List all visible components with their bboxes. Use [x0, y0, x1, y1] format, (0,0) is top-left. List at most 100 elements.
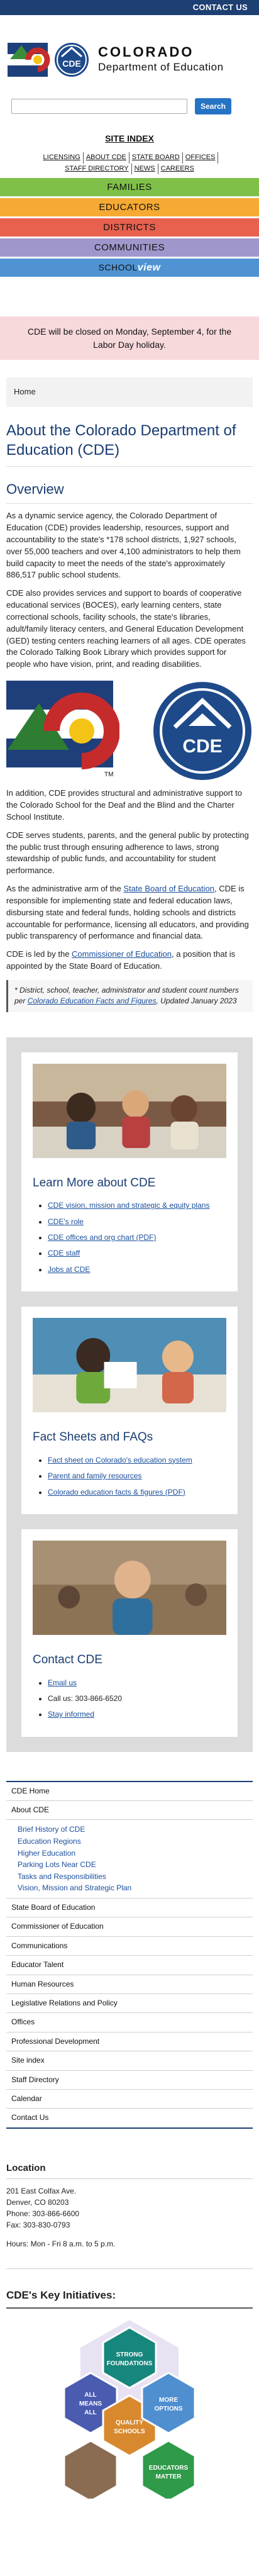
nav-educators[interactable]: EDUCATORS	[0, 198, 259, 219]
email-us-link[interactable]: Email us	[48, 1678, 77, 1687]
menu-item-human-resources[interactable]: Human Resources	[6, 1975, 253, 1994]
contact-title: Contact CDE	[33, 1653, 102, 1666]
learn-more-title: Learn More about CDE	[33, 1176, 156, 1190]
hex-more-line1: MORE	[159, 2397, 178, 2404]
menu-item-site-index[interactable]: Site index	[6, 2051, 253, 2071]
menu-link[interactable]: Commissioner of Education	[11, 1922, 104, 1931]
tm-mark: TM	[104, 771, 113, 778]
menu-link-cde-home[interactable]: CDE Home	[11, 1787, 50, 1795]
submenu-higher-ed[interactable]: Higher Education	[18, 1848, 248, 1860]
contact-us-link[interactable]: CONTACT US	[193, 2, 248, 14]
menu-item-educator-talent[interactable]: Educator Talent	[6, 1956, 253, 1975]
menu-item-staff-directory[interactable]: Staff Directory	[6, 2071, 253, 2090]
menu-link[interactable]: Offices	[11, 2017, 35, 2026]
vision-mission-link[interactable]: CDE vision, mission and strategic & equi…	[48, 1201, 209, 1210]
state-board-link[interactable]: State Board of Education	[123, 884, 214, 893]
students-photo-icon	[33, 1318, 226, 1413]
cde-role-link[interactable]: CDE's role	[48, 1217, 84, 1226]
util-link-careers[interactable]: CAREERS	[158, 164, 197, 175]
schoolview-school: SCHOOL	[98, 262, 138, 273]
fact-sheet-link[interactable]: Fact sheet on Colorado's education syste…	[48, 1456, 192, 1464]
call-us-text: Call us: 303-866-6520	[48, 1693, 123, 1703]
nav-communities[interactable]: COMMUNITIES	[0, 238, 259, 259]
facts-figures-link[interactable]: Colorado Education Facts and Figures	[28, 996, 157, 1005]
fact-sheets-title: Fact Sheets and FAQs	[33, 1430, 153, 1444]
site-index: SITE INDEX	[0, 132, 259, 145]
cde-logo-icon[interactable]: CDE	[8, 40, 94, 79]
menu-link[interactable]: Legislative Relations and Policy	[11, 1999, 118, 2007]
menu-item-about-cde[interactable]: About CDE	[6, 1801, 253, 1820]
menu-link[interactable]: Calendar	[11, 2094, 42, 2103]
menu-link[interactable]: Staff Directory	[11, 2075, 59, 2084]
parent-resources-link[interactable]: Parent and family resources	[48, 1471, 141, 1480]
util-link-offices[interactable]: OFFICES	[183, 152, 219, 164]
location-heading: Location	[6, 2161, 253, 2180]
list-item: Call us: 303-866-6520	[48, 1693, 226, 1704]
learn-more-card: Learn More about CDE CDE vision, mission…	[21, 1052, 238, 1292]
list-item: Email us	[48, 1678, 226, 1688]
utility-links: LICENSING ABOUT CDE STATE BOARD OFFICES …	[0, 151, 259, 175]
hex-more-line2: OPTIONS	[154, 2406, 182, 2412]
cde-staff-link[interactable]: CDE staff	[48, 1249, 80, 1257]
menu-item-cde-home[interactable]: CDE Home	[6, 1782, 253, 1802]
hex-strong-line2: FOUNDATIONS	[107, 2360, 153, 2367]
menu-item-commissioner[interactable]: Commissioner of Education	[6, 1917, 253, 1937]
menu-link[interactable]: Site index	[11, 2056, 45, 2065]
util-link-licensing[interactable]: LICENSING	[41, 152, 84, 164]
logo-dept: Department of Education	[98, 60, 224, 73]
submenu-vision[interactable]: Vision, Mission and Strategic Plan	[18, 1882, 248, 1894]
colorado-c-logo-icon: TM	[6, 681, 119, 778]
menu-item-professional-dev[interactable]: Professional Development	[6, 2032, 253, 2052]
submenu-tasks[interactable]: Tasks and Responsibilities	[18, 1871, 248, 1883]
nav-families[interactable]: FAMILIES	[0, 178, 259, 199]
util-link-about-cde[interactable]: ABOUT CDE	[84, 152, 130, 164]
initiatives-hex-graphic[interactable]: STRONG FOUNDATIONS ALL MEANS ALL QUALITY…	[35, 2316, 224, 2499]
hex-all-line3: ALL	[84, 2409, 96, 2416]
site-index-link[interactable]: SITE INDEX	[105, 133, 154, 143]
overview-paragraph-2: CDE also provides services and support t…	[6, 588, 246, 669]
schoolview-logo: SCHOOLview	[99, 260, 161, 275]
menu-item-legislative[interactable]: Legislative Relations and Policy	[6, 1994, 253, 2014]
facts-figures-pdf-link[interactable]: Colorado education facts & figures (PDF)	[48, 1488, 185, 1497]
menu-submenu-about: Brief History of CDE Education Regions H…	[6, 1820, 253, 1899]
submenu-history[interactable]: Brief History of CDE	[18, 1824, 248, 1836]
submenu-parking[interactable]: Parking Lots Near CDE	[18, 1859, 248, 1871]
nav-districts[interactable]: DISTRICTS	[0, 218, 259, 239]
note-text-post: , Updated January 2023	[156, 996, 237, 1006]
logo-wordmark: COLORADO Department of Education	[98, 45, 224, 74]
stay-informed-link[interactable]: Stay informed	[48, 1710, 94, 1719]
list-item: CDE vision, mission and strategic & equi…	[48, 1200, 226, 1211]
audience-nav: FAMILIES EDUCATORS DISTRICTS COMMUNITIES…	[0, 178, 259, 279]
util-link-news[interactable]: NEWS	[132, 163, 158, 175]
menu-item-offices[interactable]: Offices	[6, 2013, 253, 2032]
search-input[interactable]	[11, 99, 187, 114]
menu-link[interactable]: Contact Us	[11, 2113, 48, 2122]
phone-number: Phone: 303-866-6600	[6, 2209, 80, 2219]
badge-cde-text: CDE	[182, 736, 222, 757]
logo-badge-text: CDE	[62, 59, 81, 69]
menu-item-contact-us[interactable]: Contact Us	[6, 2109, 253, 2129]
menu-item-communications[interactable]: Communications	[6, 1937, 253, 1956]
learn-more-list: CDE vision, mission and strategic & equi…	[33, 1200, 226, 1275]
menu-link[interactable]: Communications	[11, 1941, 67, 1950]
nav-schoolview[interactable]: SCHOOLview	[0, 259, 259, 279]
submenu-regions[interactable]: Education Regions	[18, 1836, 248, 1848]
commissioner-link[interactable]: Commissioner of Education	[72, 949, 172, 959]
menu-link[interactable]: State Board of Education	[11, 1903, 95, 1912]
menu-link-about-cde[interactable]: About CDE	[11, 1805, 49, 1814]
menu-item-calendar[interactable]: Calendar	[6, 2090, 253, 2109]
list-item: Jobs at CDE	[48, 1264, 226, 1275]
util-link-state-board[interactable]: STATE BOARD	[130, 152, 183, 164]
overview-paragraph-4: CDE serves students, parents, and the ge…	[6, 830, 249, 876]
menu-link[interactable]: Human Resources	[11, 1980, 74, 1988]
breadcrumb-home[interactable]: Home	[14, 387, 36, 396]
menu-link[interactable]: Professional Development	[11, 2037, 99, 2046]
search-button[interactable]: Search	[195, 98, 231, 114]
menu-link[interactable]: Educator Talent	[11, 1960, 63, 1969]
org-chart-link[interactable]: CDE offices and org chart (PDF)	[48, 1233, 157, 1242]
jobs-link[interactable]: Jobs at CDE	[48, 1265, 90, 1274]
section-menu: CDE Home About CDE Brief History of CDE …	[6, 1780, 253, 2129]
menu-item-state-board[interactable]: State Board of Education	[6, 1899, 253, 1918]
util-link-staff-directory[interactable]: STAFF DIRECTORY	[62, 163, 132, 175]
main-content: About the Colorado Department of Educati…	[0, 421, 259, 1012]
